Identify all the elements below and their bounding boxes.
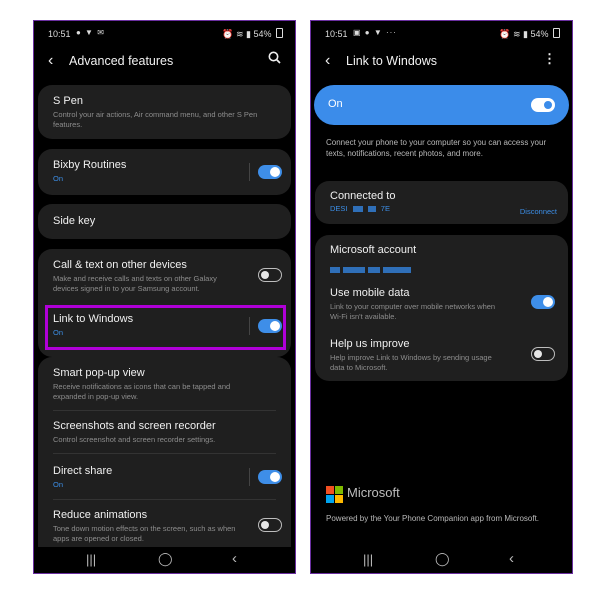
mobile-data-toggle[interactable] [531, 295, 555, 309]
microsoft-logo [326, 486, 343, 503]
setting-bixby-routines[interactable]: Bixby Routines On [53, 159, 276, 184]
setting-title: Direct share [53, 465, 113, 477]
redacted-text [352, 206, 363, 213]
bixby-card: Bixby Routines On [38, 149, 291, 195]
microsoft-account-item[interactable]: Microsoft account [330, 244, 553, 279]
battery-level: 54% [253, 29, 272, 39]
nav-bar: ||| ◯ ‹ [311, 547, 572, 573]
setting-spen[interactable]: S Pen Control your air actions, Air comm… [53, 95, 276, 130]
account-email-redacted [330, 261, 553, 279]
setting-subtitle: Help improve Link to Windows by sending … [330, 353, 492, 372]
device-name-prefix: DESI [330, 204, 348, 213]
battery-icon [276, 28, 283, 38]
notification-icons: ● ▼ ✉ [76, 28, 105, 37]
notification-icons: ▣ ● ▼ ··· [353, 28, 397, 37]
home-icon[interactable]: ◯ [158, 551, 173, 567]
redacted-text [383, 266, 411, 273]
setting-title: Bixby Routines [53, 159, 127, 171]
setting-subtitle: Receive notifications as icons that can … [53, 382, 231, 401]
redacted-text [368, 266, 380, 273]
status-time: 10:51 [325, 29, 348, 39]
reduce-animations-toggle[interactable] [258, 518, 282, 532]
connected-card: Connected to DESI 7E [315, 181, 568, 224]
nav-back-icon[interactable]: ‹ [232, 550, 237, 567]
battery-icon [553, 28, 560, 38]
setting-title: S Pen [53, 95, 83, 107]
setting-status: On [53, 174, 64, 183]
microsoft-wordmark: Microsoft [347, 485, 400, 500]
feature-description: Connect your phone to your computer so y… [326, 138, 547, 158]
signal-icon: ⏰ ≋ ▮ [499, 29, 528, 39]
disconnect-button[interactable]: Disconnect [520, 207, 557, 216]
master-switch-bar[interactable]: On [314, 85, 569, 125]
redacted-text [330, 266, 340, 273]
account-card: Microsoft account Use mobile data Link t… [315, 235, 568, 381]
page-title: Advanced features [69, 54, 174, 68]
setting-title: Reduce animations [53, 509, 148, 521]
nav-back-icon[interactable]: ‹ [509, 550, 514, 567]
call-text-toggle[interactable] [258, 268, 282, 282]
app-bar: ‹ Link to Windows ⋮ [311, 49, 572, 75]
connected-title: Connected to [330, 190, 396, 202]
setting-title: Help us improve [330, 338, 410, 350]
highlight-box [45, 305, 286, 350]
redacted-text [367, 206, 376, 213]
setting-subtitle: Control your air actions, Air command me… [53, 110, 258, 129]
back-arrow-icon[interactable]: ‹ [325, 52, 330, 70]
status-right: ⏰ ≋ ▮ 54% [499, 28, 560, 40]
setting-reduce-animations[interactable]: Reduce animations Tone down motion effec… [53, 509, 241, 544]
redacted-text [343, 266, 365, 273]
use-mobile-data-item[interactable]: Use mobile data Link to your computer ov… [330, 287, 508, 322]
setting-title: Screenshots and screen recorder [53, 420, 216, 432]
features-card: Smart pop-up view Receive notifications … [38, 357, 291, 547]
divider [53, 453, 276, 454]
divider [53, 410, 276, 411]
app-bar: ‹ Advanced features [34, 49, 295, 75]
nav-bar: ||| ◯ ‹ [34, 547, 295, 573]
signal-icon: ⏰ ≋ ▮ [222, 29, 251, 39]
setting-side-key[interactable]: Side key [53, 215, 276, 227]
home-icon[interactable]: ◯ [435, 551, 450, 567]
setting-subtitle: Control screenshot and screen recorder s… [53, 435, 216, 444]
setting-subtitle: Tone down motion effects on the screen, … [53, 524, 236, 543]
setting-subtitle: Make and receive calls and texts on othe… [53, 274, 217, 293]
battery-level: 54% [530, 29, 549, 39]
page-title: Link to Windows [346, 54, 438, 68]
setting-subtitle: Link to your computer over mobile networ… [330, 302, 496, 321]
direct-share-toggle[interactable] [258, 470, 282, 484]
advanced-features-screen: 10:51 ● ▼ ✉ ⏰ ≋ ▮ 54% ‹ Advanced feature… [33, 20, 296, 574]
recents-icon[interactable]: ||| [86, 552, 96, 567]
account-title: Microsoft account [330, 244, 417, 256]
setting-screenshots[interactable]: Screenshots and screen recorder Control … [53, 420, 276, 445]
setting-title: Use mobile data [330, 287, 410, 299]
spen-card: S Pen Control your air actions, Air comm… [38, 85, 291, 139]
setting-title: Call & text on other devices [53, 259, 187, 271]
setting-direct-share[interactable]: Direct share On [53, 465, 276, 490]
status-bar: 10:51 ● ▼ ✉ ⏰ ≋ ▮ 54% [34, 21, 295, 43]
setting-title: Side key [53, 215, 96, 227]
device-name-suffix: 7E [380, 204, 390, 213]
status-time: 10:51 [48, 29, 71, 39]
setting-call-text[interactable]: Call & text on other devices Make and re… [53, 259, 241, 294]
help-improve-item[interactable]: Help us improve Help improve Link to Win… [330, 338, 508, 373]
master-switch-toggle[interactable] [531, 98, 555, 112]
search-icon[interactable] [268, 51, 281, 67]
master-switch-label: On [328, 98, 343, 110]
divider [249, 163, 250, 181]
divider [53, 499, 276, 500]
powered-by-text: Powered by the Your Phone Companion app … [326, 514, 540, 523]
divider [249, 468, 250, 486]
help-improve-toggle[interactable] [531, 347, 555, 361]
more-vert-icon[interactable]: ⋮ [543, 51, 556, 67]
back-arrow-icon[interactable]: ‹ [48, 52, 53, 70]
setting-status: On [53, 480, 64, 489]
bixby-toggle[interactable] [258, 165, 282, 179]
status-bar: 10:51 ▣ ● ▼ ··· ⏰ ≋ ▮ 54% [311, 21, 572, 43]
status-right: ⏰ ≋ ▮ 54% [222, 28, 283, 40]
side-key-card: Side key [38, 204, 291, 239]
setting-smart-popup[interactable]: Smart pop-up view Receive notifications … [53, 367, 261, 402]
recents-icon[interactable]: ||| [363, 552, 373, 567]
setting-title: Smart pop-up view [53, 367, 145, 379]
link-to-windows-screen: 10:51 ▣ ● ▼ ··· ⏰ ≋ ▮ 54% ‹ Link to Wind… [310, 20, 573, 574]
